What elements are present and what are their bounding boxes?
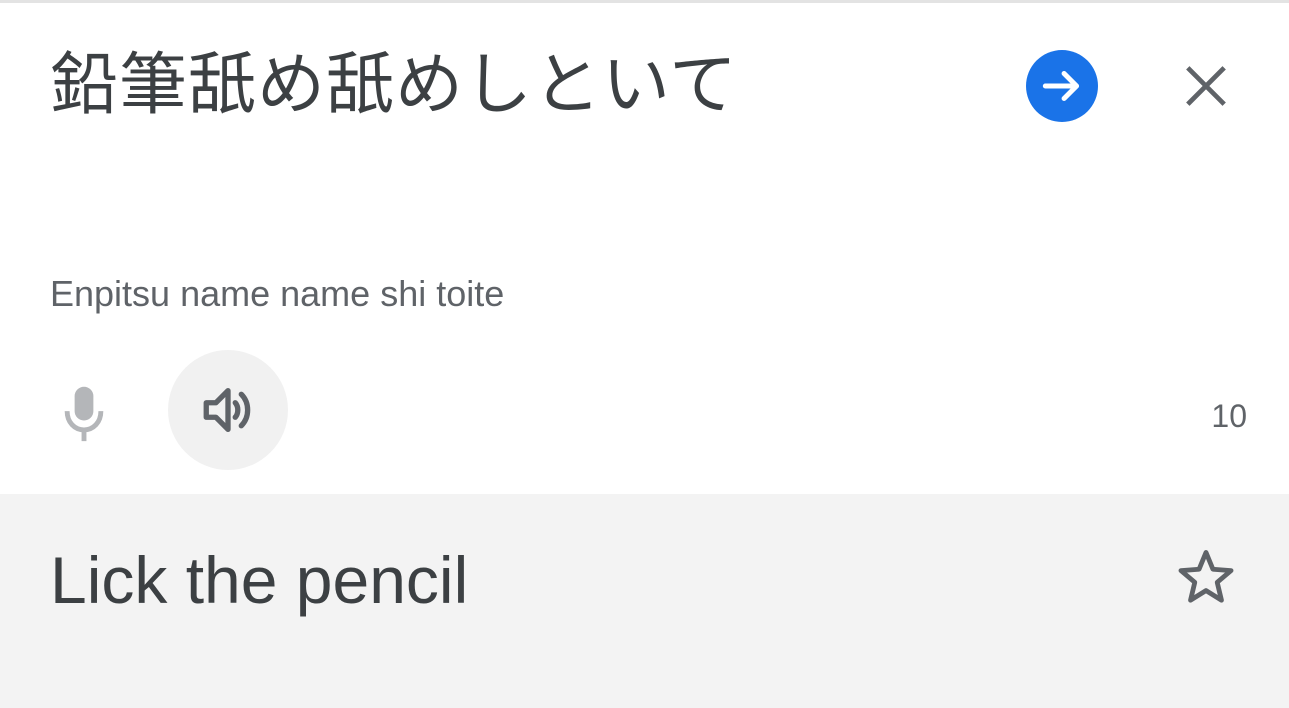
character-count: 10 (1211, 398, 1247, 434)
arrow-forward-icon (1042, 71, 1080, 101)
listen-button[interactable] (168, 350, 288, 470)
star-outline-icon (1178, 550, 1234, 603)
translation-result-panel: Lick the pencil (0, 494, 1289, 708)
clear-input-button[interactable] (1170, 50, 1242, 122)
voice-input-button[interactable] (48, 377, 120, 449)
romanization-text: Enpitsu name name shi toite (50, 273, 505, 314)
translate-go-button[interactable] (1026, 50, 1098, 122)
source-panel: 鉛筆舐め舐めしといて Enpitsu name name shi toite 1… (0, 3, 1289, 494)
save-translation-star-button[interactable] (1170, 541, 1242, 613)
close-icon (1186, 66, 1226, 106)
translation-text: Lick the pencil (50, 543, 469, 617)
volume-icon (203, 388, 251, 432)
source-text[interactable]: 鉛筆舐め舐めしといて (50, 41, 738, 131)
microphone-icon (64, 386, 104, 442)
